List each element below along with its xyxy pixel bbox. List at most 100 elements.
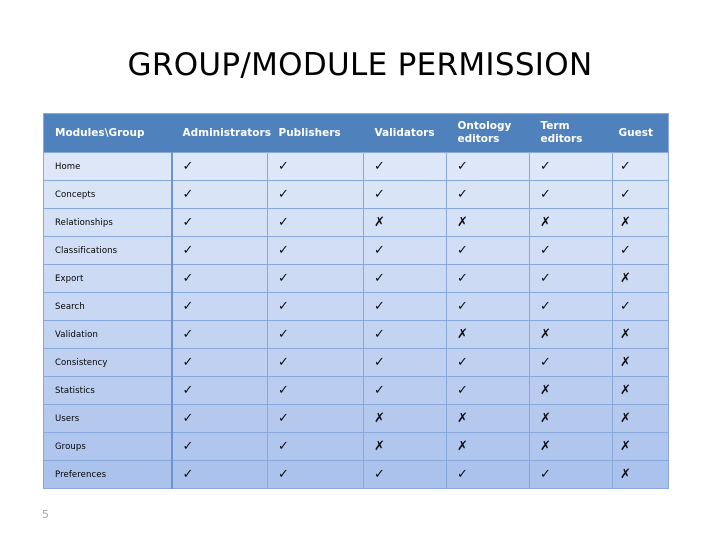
permission-allowed-icon-administrators: ✓ xyxy=(171,460,268,489)
page-title: GROUP/MODULE PERMISSION xyxy=(127,47,593,83)
permission-denied-icon-ontology-editors: ✗ xyxy=(446,404,530,433)
permission-allowed-icon-administrators: ✓ xyxy=(171,432,268,461)
column-header-publishers: Publishers xyxy=(267,113,364,153)
permission-denied-icon-ontology-editors: ✗ xyxy=(446,208,530,237)
permission-allowed-icon-validators: ✓ xyxy=(363,264,447,293)
column-header-administrators: Administrators xyxy=(171,113,271,153)
permission-allowed-icon-ontology-editors: ✓ xyxy=(446,376,530,405)
permission-allowed-icon-publishers: ✓ xyxy=(267,320,364,349)
permission-allowed-icon-guest: ✓ xyxy=(612,180,669,209)
slide: GROUP/MODULE PERMISSION Modules\Group Ad… xyxy=(0,0,720,540)
permission-denied-icon-validators: ✗ xyxy=(363,404,447,433)
table-row: Preferences ✓ ✓ ✓ ✓ ✓ ✗ xyxy=(43,460,669,489)
permission-denied-icon-guest: ✗ xyxy=(612,404,669,433)
module-name-cell: Home xyxy=(43,152,173,181)
permission-denied-icon-guest: ✗ xyxy=(612,376,669,405)
permission-allowed-icon-ontology-editors: ✓ xyxy=(446,236,530,265)
module-name-cell: Validation xyxy=(43,320,173,349)
permission-allowed-icon-publishers: ✓ xyxy=(267,180,364,209)
permission-allowed-icon-guest: ✓ xyxy=(612,152,669,181)
permission-allowed-icon-ontology-editors: ✓ xyxy=(446,292,530,321)
permission-allowed-icon-administrators: ✓ xyxy=(171,180,268,209)
permission-allowed-icon-publishers: ✓ xyxy=(267,264,364,293)
module-name-cell: Statistics xyxy=(43,376,173,405)
module-name-cell: Users xyxy=(43,404,173,433)
permission-allowed-icon-administrators: ✓ xyxy=(171,320,268,349)
table-row: Export ✓ ✓ ✓ ✓ ✓ ✗ xyxy=(43,264,669,293)
permission-denied-icon-ontology-editors: ✗ xyxy=(446,320,530,349)
permission-denied-icon-validators: ✗ xyxy=(363,208,447,237)
table-row: Search ✓ ✓ ✓ ✓ ✓ ✓ xyxy=(43,292,669,321)
permission-table-container: Modules\Group Administrators Publishers … xyxy=(43,113,669,489)
column-header-modules-group: Modules\Group xyxy=(43,113,172,153)
permission-allowed-icon-administrators: ✓ xyxy=(171,292,268,321)
permission-allowed-icon-term-editors: ✓ xyxy=(529,180,613,209)
permission-denied-icon-guest: ✗ xyxy=(612,432,669,461)
permission-allowed-icon-guest: ✓ xyxy=(612,236,669,265)
permission-denied-icon-guest: ✗ xyxy=(612,460,669,489)
table-row: Concepts ✓ ✓ ✓ ✓ ✓ ✓ xyxy=(43,180,669,209)
module-name-cell: Relationships xyxy=(43,208,173,237)
permission-allowed-icon-validators: ✓ xyxy=(363,460,447,489)
permission-allowed-icon-publishers: ✓ xyxy=(267,460,364,489)
permission-denied-icon-guest: ✗ xyxy=(612,264,669,293)
table-row: Classifications ✓ ✓ ✓ ✓ ✓ ✓ xyxy=(43,236,669,265)
table-body: Home ✓ ✓ ✓ ✓ ✓ ✓ Concepts ✓ ✓ ✓ ✓ ✓ ✓ Relationships ✓ ✓ ✗… xyxy=(43,152,669,489)
permission-allowed-icon-guest: ✓ xyxy=(612,292,669,321)
column-header-ontology-editors: Ontology editors xyxy=(446,113,530,153)
permission-allowed-icon-administrators: ✓ xyxy=(171,264,268,293)
permission-allowed-icon-term-editors: ✓ xyxy=(529,236,613,265)
table-row: Statistics ✓ ✓ ✓ ✓ ✗ ✗ xyxy=(43,376,669,405)
permission-allowed-icon-publishers: ✓ xyxy=(267,348,364,377)
table-row: Relationships ✓ ✓ ✗ ✗ ✗ ✗ xyxy=(43,208,669,237)
permission-denied-icon-term-editors: ✗ xyxy=(529,404,613,433)
table-row: Users ✓ ✓ ✗ ✗ ✗ ✗ xyxy=(43,404,669,433)
permission-allowed-icon-publishers: ✓ xyxy=(267,236,364,265)
table-row: Groups ✓ ✓ ✗ ✗ ✗ ✗ xyxy=(43,432,669,461)
permission-allowed-icon-publishers: ✓ xyxy=(267,208,364,237)
column-header-term-editors: Term editors xyxy=(529,113,613,153)
column-header-guest: Guest xyxy=(612,113,669,153)
permission-denied-icon-validators: ✗ xyxy=(363,432,447,461)
table-row: Validation ✓ ✓ ✓ ✗ ✗ ✗ xyxy=(43,320,669,349)
permission-allowed-icon-term-editors: ✓ xyxy=(529,460,613,489)
table-header-row: Modules\Group Administrators Publishers … xyxy=(43,113,669,153)
permission-allowed-icon-validators: ✓ xyxy=(363,236,447,265)
permission-allowed-icon-publishers: ✓ xyxy=(267,152,364,181)
permission-denied-icon-ontology-editors: ✗ xyxy=(446,432,530,461)
module-name-cell: Preferences xyxy=(43,460,173,489)
module-name-cell: Concepts xyxy=(43,180,173,209)
permission-denied-icon-guest: ✗ xyxy=(612,320,669,349)
permission-table: Modules\Group Administrators Publishers … xyxy=(43,113,669,489)
permission-denied-icon-term-editors: ✗ xyxy=(529,432,613,461)
permission-allowed-icon-validators: ✓ xyxy=(363,320,447,349)
column-header-validators: Validators xyxy=(363,113,447,153)
module-name-cell: Search xyxy=(43,292,173,321)
permission-denied-icon-term-editors: ✗ xyxy=(529,376,613,405)
permission-allowed-icon-ontology-editors: ✓ xyxy=(446,152,530,181)
permission-denied-icon-guest: ✗ xyxy=(612,208,669,237)
permission-allowed-icon-administrators: ✓ xyxy=(171,404,268,433)
permission-allowed-icon-term-editors: ✓ xyxy=(529,348,613,377)
permission-allowed-icon-ontology-editors: ✓ xyxy=(446,180,530,209)
permission-allowed-icon-term-editors: ✓ xyxy=(529,292,613,321)
permission-allowed-icon-ontology-editors: ✓ xyxy=(446,460,530,489)
permission-allowed-icon-publishers: ✓ xyxy=(267,404,364,433)
permission-denied-icon-term-editors: ✗ xyxy=(529,320,613,349)
permission-allowed-icon-administrators: ✓ xyxy=(171,152,268,181)
module-name-cell: Classifications xyxy=(43,236,173,265)
table-row: Consistency ✓ ✓ ✓ ✓ ✓ ✗ xyxy=(43,348,669,377)
module-name-cell: Consistency xyxy=(43,348,173,377)
permission-allowed-icon-validators: ✓ xyxy=(363,348,447,377)
table-row: Home ✓ ✓ ✓ ✓ ✓ ✓ xyxy=(43,152,669,181)
permission-allowed-icon-publishers: ✓ xyxy=(267,432,364,461)
permission-allowed-icon-ontology-editors: ✓ xyxy=(446,264,530,293)
permission-allowed-icon-term-editors: ✓ xyxy=(529,152,613,181)
permission-denied-icon-guest: ✗ xyxy=(612,348,669,377)
permission-allowed-icon-publishers: ✓ xyxy=(267,376,364,405)
page-number: 5 xyxy=(42,508,49,521)
permission-allowed-icon-publishers: ✓ xyxy=(267,292,364,321)
permission-allowed-icon-term-editors: ✓ xyxy=(529,264,613,293)
permission-allowed-icon-validators: ✓ xyxy=(363,292,447,321)
permission-allowed-icon-ontology-editors: ✓ xyxy=(446,348,530,377)
